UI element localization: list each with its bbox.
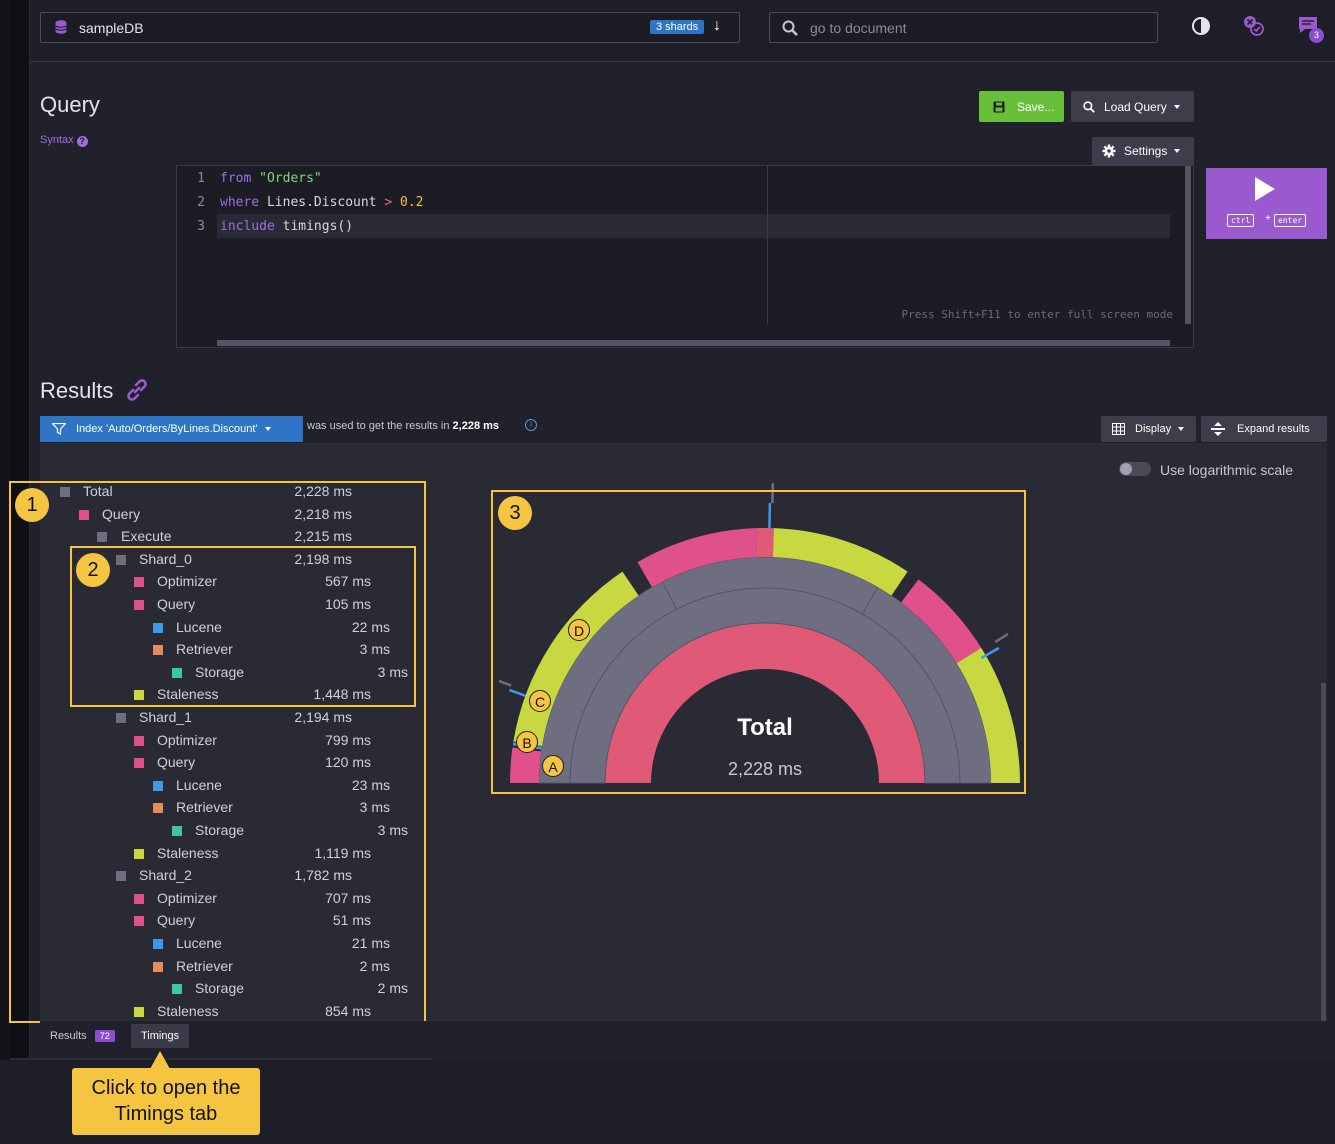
syntax-label[interactable]: Syntax <box>40 134 74 146</box>
play-icon <box>1255 177 1275 201</box>
theme-toggle-icon[interactable] <box>1189 14 1213 38</box>
line-number: 1 <box>197 171 205 186</box>
notification-count-badge: 3 <box>1309 28 1324 43</box>
line-number: 3 <box>197 219 205 234</box>
log-scale-toggle[interactable] <box>1119 462 1151 476</box>
run-query-button[interactable]: ctrl + enter <box>1206 168 1327 239</box>
arrow-down-icon[interactable]: ↓ <box>713 17 721 35</box>
database-selector[interactable]: sampleDB 3 shards ↓ <box>40 12 740 43</box>
load-query-label: Load Query <box>1104 99 1167 114</box>
results-count-badge: 72 <box>94 1030 115 1042</box>
chart-marker-b: B <box>516 731 538 753</box>
code-line: from "Orders" <box>220 171 322 186</box>
index-label: Index 'Auto/Orders/ByLines.Discount' <box>76 423 258 435</box>
caret-down-icon <box>1173 104 1180 109</box>
bottom-divider <box>10 1058 432 1060</box>
search-input[interactable] <box>810 18 1140 38</box>
ctrl-key-hint: ctrl <box>1227 214 1255 227</box>
save-icon <box>993 101 1005 112</box>
annotation-box-chart <box>491 490 1026 794</box>
link-icon[interactable] <box>124 377 150 403</box>
callout-arrow <box>150 1051 170 1069</box>
code-line: where Lines.Discount > 0.2 <box>220 195 424 210</box>
save-button[interactable]: Save... <box>979 91 1064 122</box>
syntax-link[interactable]: Syntax? <box>40 134 88 147</box>
vertical-scrollbar[interactable] <box>1185 166 1191 324</box>
index-icon <box>52 423 66 435</box>
search-icon <box>1083 100 1095 113</box>
display-button[interactable]: Display <box>1101 416 1196 442</box>
display-label: Display <box>1135 423 1172 435</box>
save-label: Save... <box>1017 99 1055 114</box>
table-icon <box>1112 423 1125 435</box>
chart-marker-c: C <box>529 690 551 712</box>
print-margin <box>767 166 768 324</box>
code-line: include timings() <box>220 219 354 234</box>
bottom-tab-bar: Results 72 Timings <box>40 1021 1327 1048</box>
database-name: sampleDB <box>79 20 144 36</box>
cluster-status-icon[interactable] <box>1242 14 1266 38</box>
tab-results-label: Results <box>50 1030 87 1042</box>
expand-results-label: Expand results <box>1237 423 1310 435</box>
line-number: 2 <box>197 195 205 210</box>
annotation-marker-1: 1 <box>15 488 49 522</box>
toggle-knob <box>1120 463 1132 475</box>
caret-down-icon <box>1178 427 1185 431</box>
active-line-highlight <box>217 214 1170 238</box>
settings-button[interactable]: Settings <box>1092 137 1194 165</box>
annotation-marker-2: 2 <box>76 553 110 587</box>
enter-key-hint: enter <box>1274 214 1307 227</box>
fullscreen-hint: Press Shift+F11 to enter full screen mod… <box>901 308 1173 321</box>
gear-icon <box>1102 144 1116 158</box>
database-icon <box>55 20 67 34</box>
caret-down-icon <box>1174 149 1181 153</box>
chart-marker-a: A <box>542 755 564 777</box>
help-icon[interactable]: ? <box>76 136 88 147</box>
chart-marker-d: D <box>568 619 590 641</box>
plus-sign: + <box>1265 213 1271 224</box>
duration-prefix: was used to get the results in <box>307 420 450 432</box>
tab-timings[interactable]: Timings <box>131 1024 190 1048</box>
log-scale-label: Use logarithmic scale <box>1160 462 1294 478</box>
annotation-marker-3: 3 <box>498 496 532 530</box>
load-query-button[interactable]: Load Query <box>1071 91 1194 122</box>
info-icon[interactable]: i <box>525 419 537 431</box>
query-duration-text: was used to get the results in 2,228 ms <box>307 420 499 432</box>
caret-down-icon <box>264 427 271 431</box>
document-search <box>769 12 1158 43</box>
results-title: Results <box>40 378 114 403</box>
duration-value: 2,228 ms <box>452 420 500 432</box>
horizontal-scrollbar[interactable] <box>217 340 1170 346</box>
search-icon <box>782 20 798 36</box>
annotation-box-shard <box>70 546 416 707</box>
tab-timings-label: Timings <box>141 1030 180 1042</box>
editor-gutter <box>177 166 217 347</box>
expand-results-button[interactable]: Expand results <box>1201 416 1327 442</box>
index-button[interactable]: Index 'Auto/Orders/ByLines.Discount' <box>40 416 303 442</box>
results-scrollbar[interactable] <box>1321 683 1326 1021</box>
shards-badge: 3 shards <box>650 20 705 34</box>
tab-results[interactable]: Results 72 <box>40 1024 125 1048</box>
query-editor[interactable]: 1 2 3 from "Orders" where Lines.Discount… <box>176 165 1194 348</box>
expand-icon <box>1211 422 1225 436</box>
settings-label: Settings <box>1124 144 1168 158</box>
query-title: Query <box>40 92 100 117</box>
timings-tab-callout: Click to open the Timings tab <box>72 1068 260 1135</box>
